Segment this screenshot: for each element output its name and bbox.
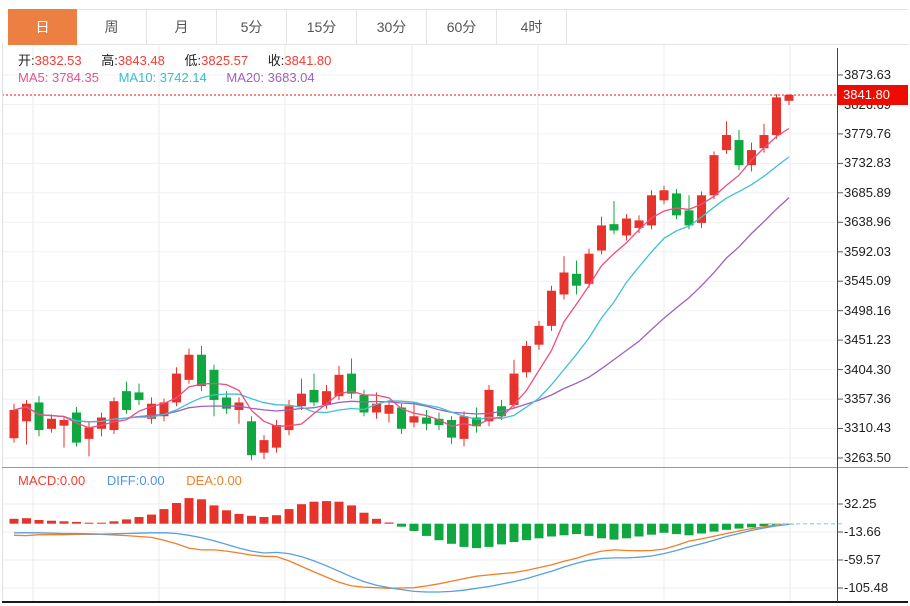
- kline-chart-widget: 日 周 月 5分 15分 30分 60分 4时 开:3832.53 高:3843…: [0, 0, 910, 606]
- macd-tick: -59.57: [844, 552, 881, 567]
- price-tick: 3685.89: [844, 185, 891, 200]
- close-value: 3841.80: [284, 53, 332, 68]
- ma20-line: [13, 197, 790, 423]
- price-tick: 3451.23: [844, 332, 891, 347]
- price-tick: 3592.03: [844, 244, 891, 259]
- candlestick-series: [9, 93, 794, 461]
- macd-tick: 32.25: [844, 496, 877, 511]
- ma-header: MA5: 3784.35 MA10: 3742.14 MA20: 3683.04: [18, 70, 331, 85]
- price-tick: 3310.43: [844, 420, 891, 435]
- open-value: 3832.53: [34, 53, 82, 68]
- macd-tick: -105.48: [844, 580, 889, 595]
- ma5-line: [13, 127, 790, 429]
- diff-value: 0.00: [139, 473, 165, 488]
- chart-canvas[interactable]: [0, 0, 910, 606]
- ma5-label: MA5:: [18, 70, 49, 85]
- gridlines: [2, 45, 843, 601]
- low-value: 3825.57: [201, 53, 249, 68]
- macd-histogram: [9, 498, 794, 549]
- macd-tick: -13.66: [844, 524, 881, 539]
- dea-value: 0.00: [216, 473, 242, 488]
- price-tick: 3732.83: [844, 155, 891, 170]
- open-label: 开:: [18, 53, 35, 68]
- price-tick: 3498.16: [844, 303, 891, 318]
- macd-label: MACD:: [18, 473, 60, 488]
- diff-line: [14, 523, 790, 593]
- price-tick: 3638.96: [844, 214, 891, 229]
- high-value: 3843.48: [117, 53, 165, 68]
- dea-label: DEA:: [186, 473, 217, 488]
- macd-header: MACD:0.00 DIFF:0.00 DEA:0.00: [18, 473, 260, 488]
- ma10-label: MA10:: [118, 70, 157, 85]
- high-label: 高:: [101, 53, 118, 68]
- ma20-value: 3683.04: [267, 70, 315, 85]
- price-tick: 3545.09: [844, 273, 891, 288]
- price-tick: 3873.63: [844, 67, 891, 82]
- ma10-value: 3742.14: [159, 70, 207, 85]
- macd-value: 0.00: [59, 473, 86, 488]
- close-label: 收:: [267, 53, 285, 68]
- ma5-value: 3784.35: [51, 70, 99, 85]
- current-price-badge: 3841.80: [838, 85, 908, 105]
- price-tick: 3263.50: [844, 450, 891, 465]
- ohlc-header: 开:3832.53 高:3843.48 低:3825.57 收:3841.80: [18, 50, 347, 69]
- price-tick: 3779.76: [844, 126, 891, 141]
- low-label: 低:: [184, 53, 202, 68]
- price-tick: 3404.30: [844, 362, 891, 377]
- diff-label: DIFF:: [106, 473, 140, 488]
- ma20-label: MA20:: [226, 70, 264, 85]
- price-tick: 3357.36: [844, 391, 891, 406]
